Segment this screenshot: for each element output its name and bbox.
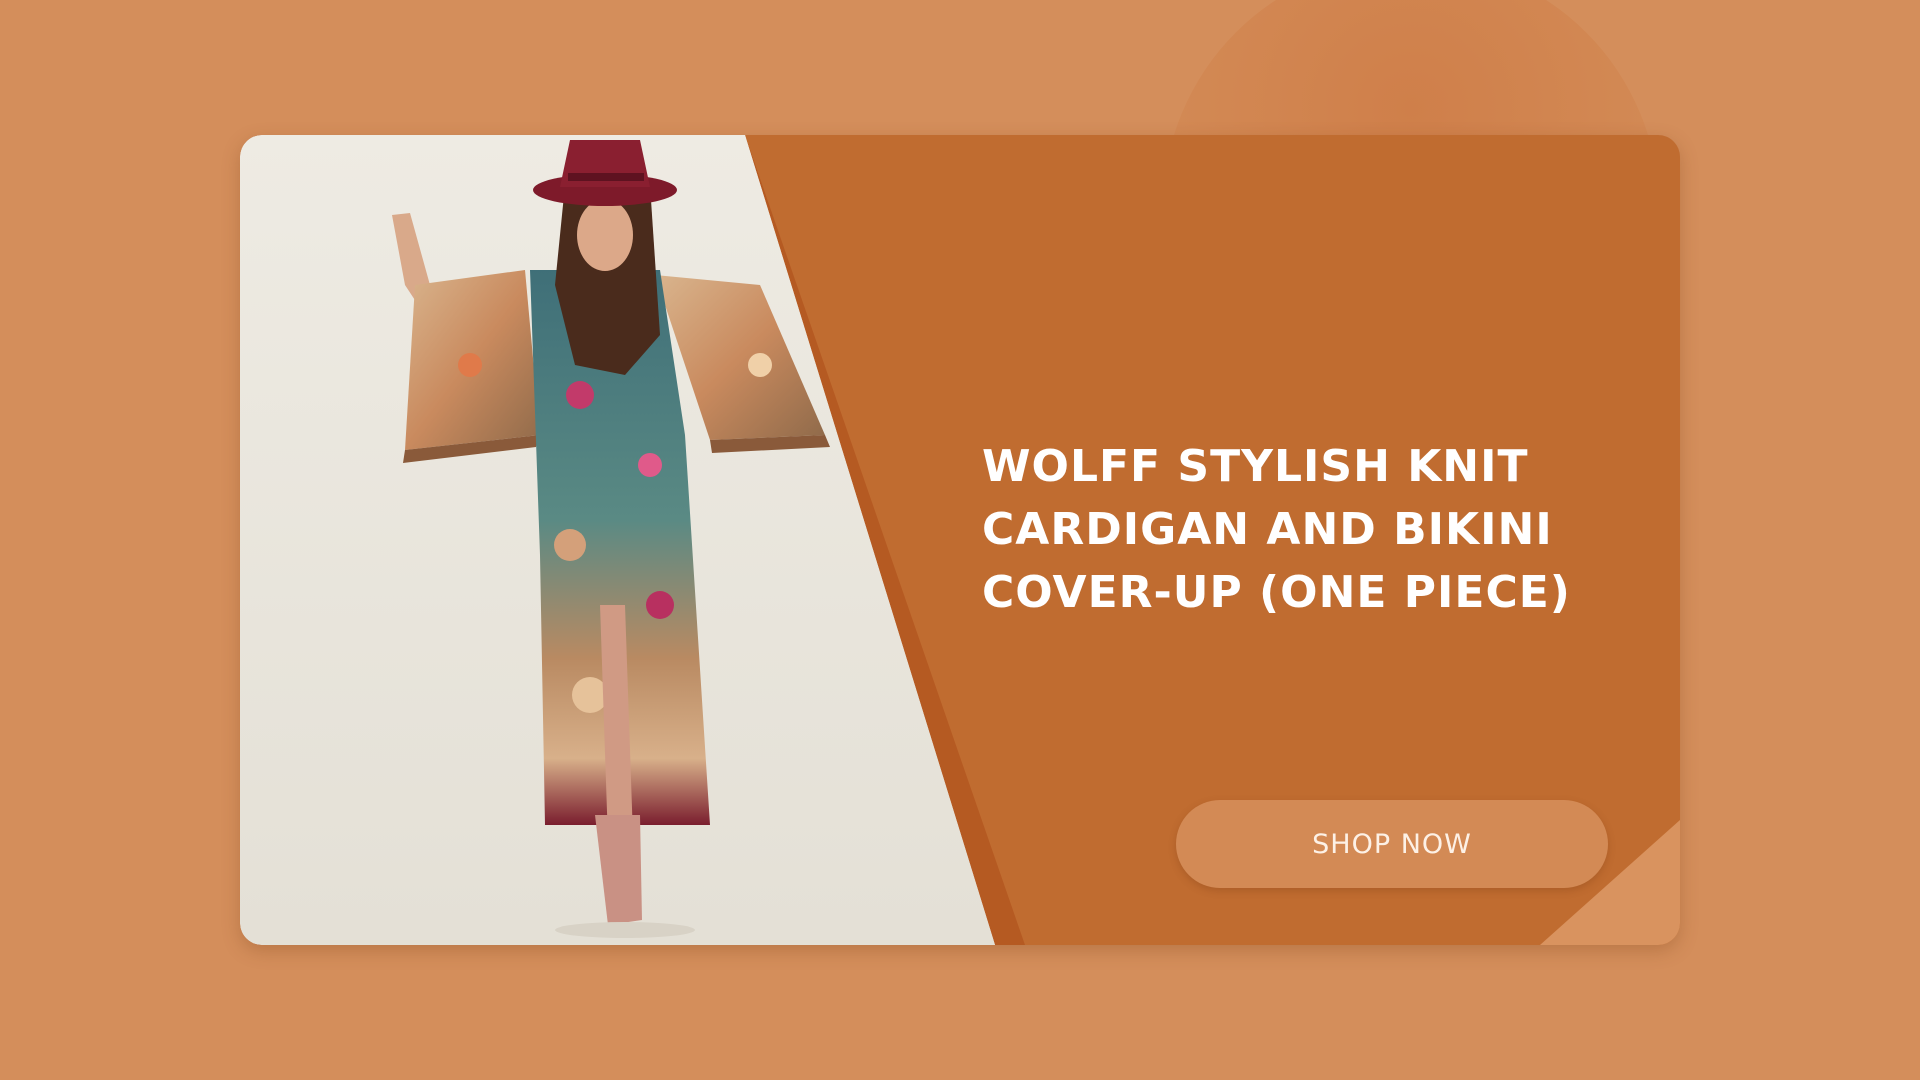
shop-now-button[interactable]: SHOP NOW <box>1176 800 1608 888</box>
product-banner-card: WOLFF STYLISH KNIT CARDIGAN AND BIKINI C… <box>240 135 1680 945</box>
model-illustration <box>240 135 995 945</box>
product-title: WOLFF STYLISH KNIT CARDIGAN AND BIKINI C… <box>982 441 1571 618</box>
